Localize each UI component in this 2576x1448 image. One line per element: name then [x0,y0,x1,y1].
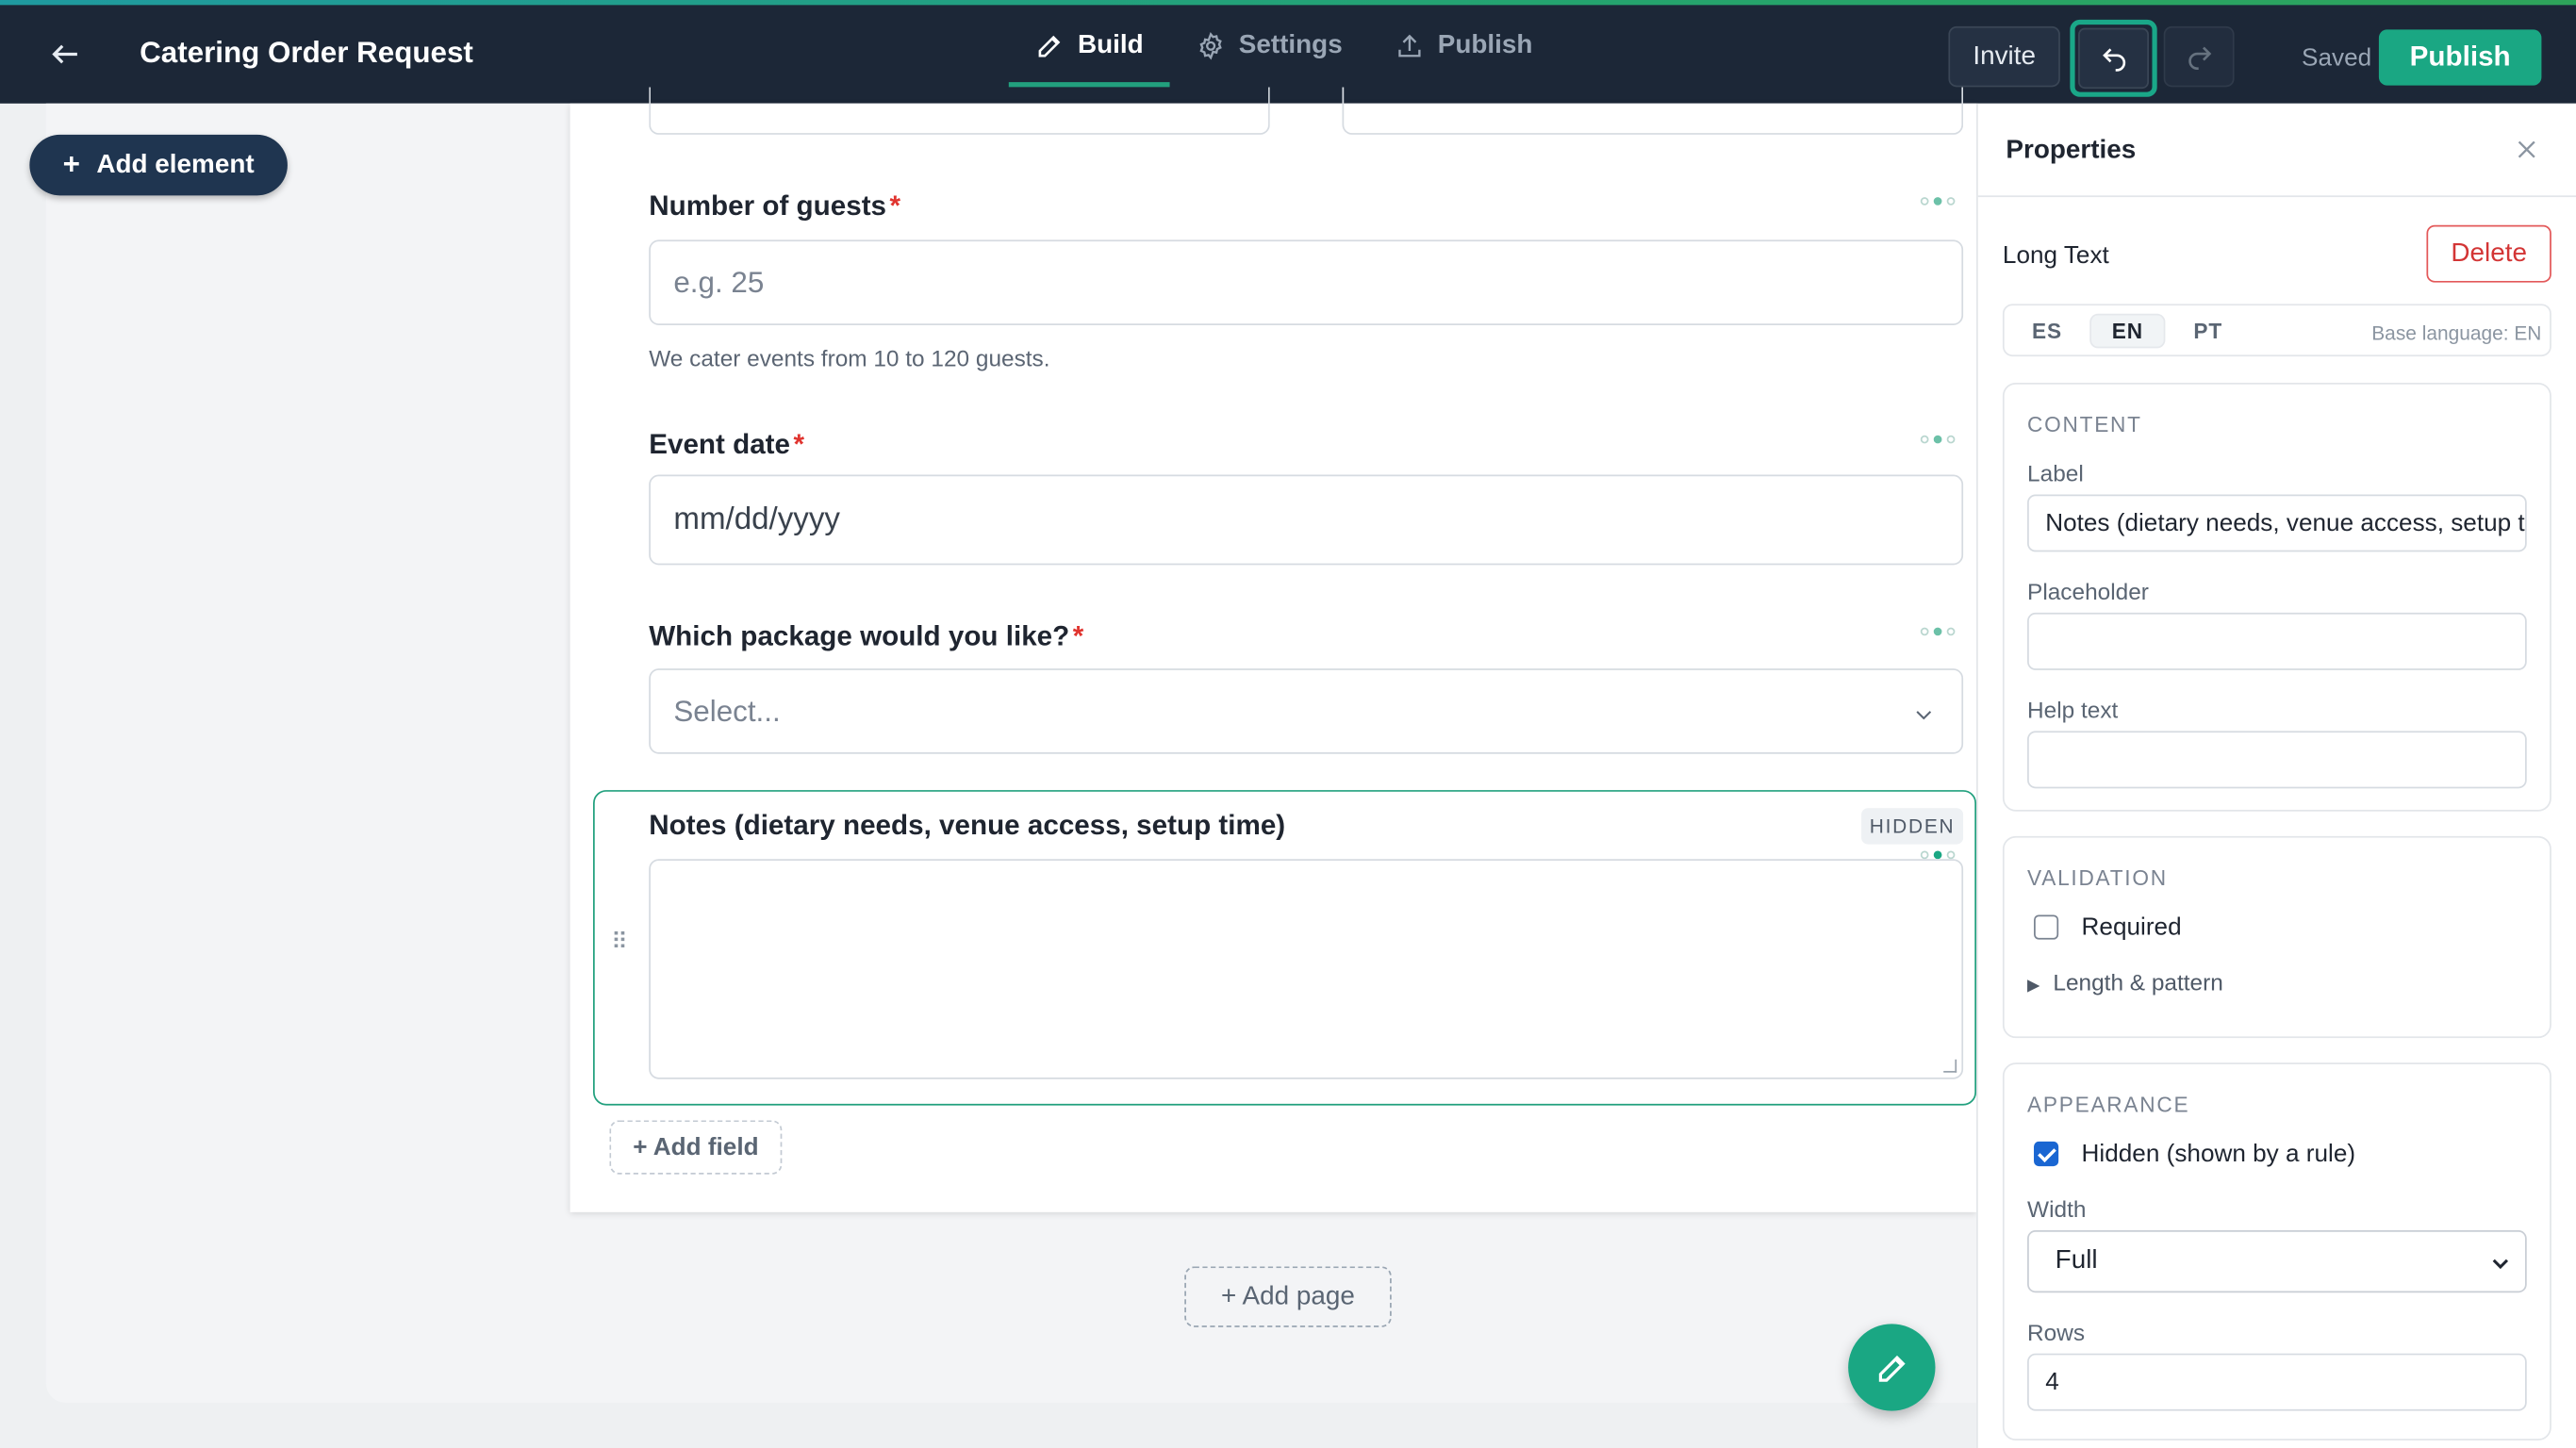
gear-icon [1199,32,1222,60]
section-title: VALIDATION [2027,865,2168,891]
drag-handle-icon[interactable]: ⠿ [611,930,630,952]
delete-button[interactable]: Delete [2426,224,2551,283]
panel-title: Properties [2006,136,2137,165]
notes-textarea[interactable] [649,859,1964,1079]
hidden-label: Hidden (shown by a rule) [2081,1140,2356,1168]
invite-button[interactable]: Invite [1948,25,2060,88]
field-options-icon[interactable] [1920,624,1963,637]
width-field-label: Width [2027,1195,2087,1223]
previous-field-input[interactable] [649,87,1270,135]
redo-button[interactable] [2163,25,2235,88]
field-label: Which package would you like? * [649,621,1083,654]
help-text-field-label: Help text [2027,696,2119,723]
add-element-label: Add element [96,150,255,179]
app-window: Catering Order Request Build Settings Pu… [0,0,2576,1448]
required-asterisk: * [889,190,901,222]
section-title: CONTENT [2027,412,2142,437]
content-section: CONTENT Label Notes (dietary needs, venu… [2002,382,2551,812]
validation-section: VALIDATION Required ▶ Length & pattern [2002,835,2551,1039]
chevron-down-icon [2492,1259,2509,1270]
date-placeholder: mm/dd/yyyy [673,502,840,536]
required-checkbox[interactable] [2034,914,2059,940]
pencil-icon [1038,35,1061,58]
element-type-label: Long Text [2002,241,2109,270]
field-label-text: Which package would you like? [649,620,1070,652]
rows-input[interactable]: 4 [2027,1353,2527,1411]
add-field-button[interactable]: + Add field [609,1120,783,1175]
save-status: Saved [2302,44,2372,73]
width-select-value: Full [2055,1246,2098,1275]
width-select[interactable]: Full [2027,1230,2527,1293]
tab-settings-label: Settings [1238,31,1343,59]
field-label: Event date * [649,429,804,462]
field-label-text: Notes (dietary needs, venue access, setu… [649,809,1286,842]
form-title: Catering Order Request [140,36,473,70]
undo-button[interactable] [2070,19,2157,97]
undo-icon [2078,27,2149,90]
required-asterisk: * [1072,620,1084,652]
package-select[interactable]: Select... [649,668,1964,754]
placeholder-input[interactable] [2027,612,2527,670]
required-label: Required [2081,913,2182,942]
hidden-checkbox[interactable] [2034,1141,2059,1167]
section-title: APPEARANCE [2027,1092,2190,1117]
previous-field-input[interactable] [1342,87,1964,135]
tab-build-label: Build [1077,31,1144,59]
field-options-icon[interactable] [1920,432,1963,445]
panel-header: Properties [1977,104,2576,198]
help-text-input[interactable] [2027,731,2527,789]
label-field-label: Label [2027,459,2084,486]
lang-pt[interactable]: PT [2171,316,2244,347]
tab-settings[interactable]: Settings [1170,5,1369,87]
field-label: Number of guests * [649,190,900,223]
length-pattern-toggle[interactable]: ▶ Length & pattern [2027,969,2223,996]
tab-build[interactable]: Build [1008,5,1170,88]
edit-fab-button[interactable] [1848,1324,1936,1411]
guests-placeholder: e.g. 25 [673,265,765,299]
field-label-text: Number of guests [649,190,887,222]
redo-icon [2188,45,2211,70]
rows-field-label: Rows [2027,1319,2086,1345]
package-placeholder: Select... [673,694,781,727]
plus-icon: + [62,147,80,181]
length-pattern-label: Length & pattern [2053,968,2223,996]
tab-publish[interactable]: Publish [1369,5,1560,87]
guests-input[interactable]: e.g. 25 [649,239,1964,325]
resize-grip-icon[interactable] [1943,1059,1957,1073]
properties-panel: Properties Long Text Delete ES EN PT Bas… [1976,103,2576,1448]
tab-publish-label: Publish [1437,31,1533,59]
form-page-card: Number of guests * e.g. 25 We cater event… [570,87,1977,1212]
field-options-icon[interactable] [1920,194,1963,207]
add-page-button[interactable]: + Add page [1184,1266,1392,1327]
hidden-badge: HIDDEN [1861,808,1964,845]
publish-button[interactable]: Publish [2378,29,2542,86]
top-bar: Catering Order Request Build Settings Pu… [0,0,2576,104]
base-language-text: Base language: EN [2371,321,2542,345]
field-label-text: Event date [649,428,791,460]
lang-en[interactable]: EN [2091,315,2164,347]
field-help-text: We cater events from 10 to 120 guests. [649,344,1050,371]
language-switcher: ES EN PT Base language: EN [2002,304,2551,357]
lang-es[interactable]: ES [2011,316,2084,347]
placeholder-field-label: Placeholder [2027,578,2149,605]
date-input[interactable]: mm/dd/yyyy [649,474,1964,566]
upload-icon [1398,34,1421,58]
appearance-section: APPEARANCE Hidden (shown by a rule) Widt… [2002,1062,2551,1441]
chevron-down-icon [1916,711,1932,720]
back-arrow-icon[interactable] [46,35,86,74]
required-asterisk: * [793,428,805,460]
pencil-icon [1877,1355,1905,1381]
label-input[interactable]: Notes (dietary needs, venue access, setu… [2027,494,2527,552]
add-element-button[interactable]: + Add element [29,134,288,196]
close-icon[interactable] [2514,137,2540,163]
triangle-right-icon: ▶ [2027,977,2040,996]
